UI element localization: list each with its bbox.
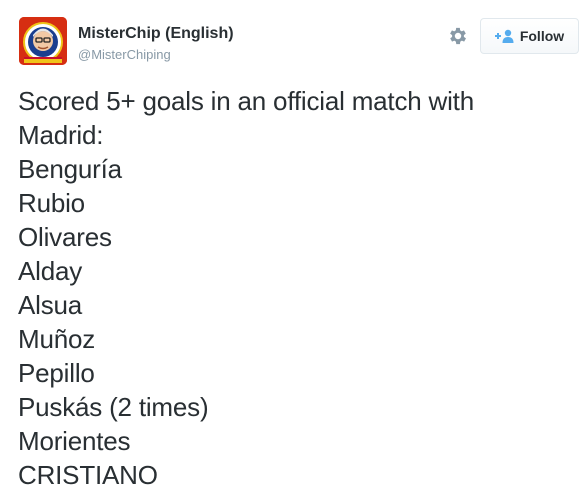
- tweet-line: Pepillo: [18, 358, 95, 388]
- tweet-line: Madrid:: [18, 120, 104, 150]
- tweet-line: Benguría: [18, 154, 122, 184]
- misterchip-avatar-icon: [19, 17, 67, 65]
- tweet-line: Olivares: [18, 222, 112, 252]
- tweet-text: Scored 5+ goals in an official match wit…: [18, 84, 578, 490]
- add-user-icon: [494, 29, 514, 43]
- tweet-line: Alday: [18, 256, 83, 286]
- tweet-line: Muñoz: [18, 324, 96, 354]
- tweet-line: Rubio: [18, 188, 85, 218]
- avatar[interactable]: [19, 17, 67, 65]
- follow-label: Follow: [519, 28, 565, 44]
- gear-icon[interactable]: [447, 25, 469, 47]
- user-handle[interactable]: @MisterChiping: [78, 47, 171, 62]
- tweet-line: Alsua: [18, 290, 83, 320]
- follow-button[interactable]: Follow: [480, 18, 579, 54]
- tweet-card: MisterChip (English) @MisterChiping Foll…: [0, 0, 584, 490]
- tweet-line: CRISTIANO: [18, 460, 158, 490]
- tweet-line: Scored 5+ goals in an official match wit…: [18, 86, 474, 116]
- tweet-line: Morientes: [18, 426, 131, 456]
- tweet-line: Puskás (2 times): [18, 392, 209, 422]
- display-name[interactable]: MisterChip (English): [78, 25, 234, 43]
